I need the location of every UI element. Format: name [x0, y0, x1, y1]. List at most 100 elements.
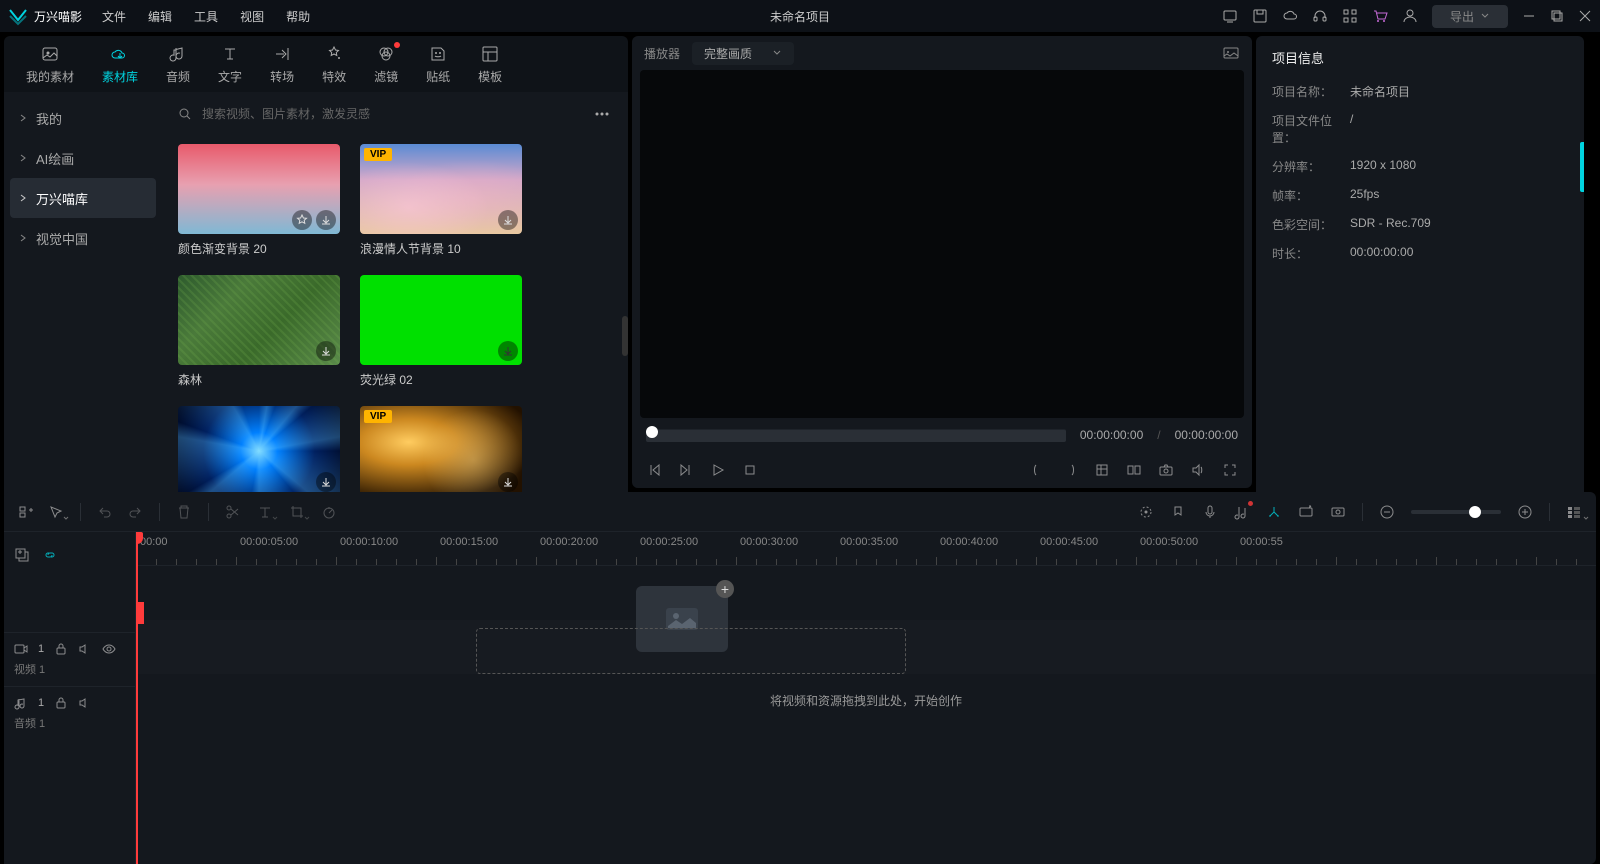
tab-text[interactable]: 文字 — [206, 40, 254, 89]
undo-button[interactable] — [97, 504, 113, 520]
crop-icon[interactable] — [1094, 462, 1110, 478]
link-toggle-icon[interactable] — [42, 547, 58, 563]
download-icon[interactable] — [498, 210, 518, 230]
search-bar — [162, 92, 628, 136]
headset-icon[interactable] — [1312, 8, 1328, 24]
fullscreen-icon[interactable] — [1222, 462, 1238, 478]
timeline-ruler[interactable]: 00:0000:00:05:0000:00:10:0000:00:15:0000… — [136, 532, 1596, 566]
close-button[interactable] — [1578, 9, 1592, 23]
maximize-button[interactable] — [1550, 9, 1564, 23]
view-mode-icon[interactable] — [1566, 504, 1582, 520]
auto-reframe-icon[interactable] — [1138, 504, 1154, 520]
sidebar-item-visual-china[interactable]: 视觉中国 — [4, 218, 162, 258]
save-icon[interactable] — [1252, 8, 1268, 24]
crop-tool-icon[interactable] — [289, 504, 305, 520]
cart-icon[interactable] — [1372, 8, 1388, 24]
ruler-label: 00:00:30:00 — [740, 536, 798, 548]
delete-button[interactable] — [176, 504, 192, 520]
player-viewport[interactable] — [640, 70, 1244, 418]
menu-edit[interactable]: 编辑 — [148, 8, 172, 25]
ruler-label: 00:00:40:00 — [940, 536, 998, 548]
stop-button[interactable] — [742, 462, 758, 478]
play-button[interactable] — [710, 462, 726, 478]
volume-icon[interactable] — [1190, 462, 1206, 478]
voiceover-icon[interactable] — [1202, 504, 1218, 520]
asset-card[interactable] — [178, 406, 340, 496]
panel-accent — [1580, 142, 1584, 192]
tab-filter[interactable]: 滤镜 — [362, 40, 410, 89]
visibility-icon[interactable] — [102, 642, 116, 656]
menu-tool[interactable]: 工具 — [194, 8, 218, 25]
export-button[interactable]: 导出 — [1432, 5, 1508, 28]
asset-label: 浪漫情人节背景 10 — [360, 240, 522, 257]
add-media-icon[interactable] — [14, 547, 30, 563]
more-button[interactable] — [592, 104, 612, 124]
next-frame-button[interactable] — [678, 462, 694, 478]
select-tool-icon[interactable] — [48, 504, 64, 520]
tab-sticker[interactable]: 贴纸 — [414, 40, 462, 89]
ruler-label: 00:00 — [140, 536, 168, 548]
download-icon[interactable] — [316, 210, 336, 230]
drop-zone[interactable] — [476, 628, 906, 674]
add-track-icon[interactable] — [18, 504, 34, 520]
text-tool-icon[interactable] — [257, 504, 273, 520]
minimize-button[interactable] — [1522, 9, 1536, 23]
audio-track-header[interactable]: 1 音频 1 — [4, 686, 135, 740]
menu-help[interactable]: 帮助 — [286, 8, 310, 25]
mute-icon[interactable] — [78, 696, 92, 710]
tab-template[interactable]: 模板 — [466, 40, 514, 89]
prev-frame-button[interactable] — [646, 462, 662, 478]
search-icon — [178, 107, 192, 121]
device-icon[interactable] — [1222, 8, 1238, 24]
menu-file[interactable]: 文件 — [102, 8, 126, 25]
redo-button[interactable] — [127, 504, 143, 520]
sidebar-item-ai[interactable]: AI绘画 — [4, 138, 162, 178]
tab-effects[interactable]: 特效 — [310, 40, 358, 89]
menu-view[interactable]: 视图 — [240, 8, 264, 25]
tab-library[interactable]: 素材库 — [90, 40, 150, 89]
split-button[interactable] — [225, 504, 241, 520]
audio-sync-icon[interactable] — [1234, 504, 1250, 520]
lock-icon[interactable] — [54, 642, 68, 656]
mark-in-icon[interactable] — [1030, 462, 1046, 478]
zoom-in-button[interactable] — [1517, 504, 1533, 520]
asset-card[interactable]: 颜色渐变背景 20 — [178, 144, 340, 257]
zoom-out-button[interactable] — [1379, 504, 1395, 520]
asset-card[interactable]: 荧光绿 02 — [360, 275, 522, 388]
tab-audio[interactable]: 音频 — [154, 40, 202, 89]
mark-out-icon[interactable] — [1062, 462, 1078, 478]
cloud-icon[interactable] — [1282, 8, 1298, 24]
sidebar-item-mine[interactable]: 我的 — [4, 98, 162, 138]
video-track-header[interactable]: 1 视频 1 — [4, 632, 135, 686]
user-icon[interactable] — [1402, 8, 1418, 24]
titlebar: 万兴喵影 文件 编辑 工具 视图 帮助 未命名项目 导出 — [0, 0, 1600, 32]
tab-transition[interactable]: 转场 — [258, 40, 306, 89]
asset-card[interactable]: 森林 — [178, 275, 340, 388]
adjust-icon[interactable] — [1330, 504, 1346, 520]
asset-card[interactable]: VIP — [360, 406, 522, 496]
mute-icon[interactable] — [78, 642, 92, 656]
asset-card[interactable]: VIP 浪漫情人节背景 10 — [360, 144, 522, 257]
screenshot-icon[interactable] — [1158, 462, 1174, 478]
snapshot-icon[interactable] — [1222, 44, 1240, 62]
favorite-icon[interactable] — [292, 210, 312, 230]
sidebar-item-wanxing[interactable]: 万兴喵库 — [10, 178, 156, 218]
marker-icon[interactable] — [1170, 504, 1186, 520]
quality-select[interactable]: 完整画质 — [692, 42, 794, 65]
timeline-tracks-area[interactable]: 00:0000:00:05:0000:00:10:0000:00:15:0000… — [136, 532, 1596, 864]
magnet-icon[interactable] — [1266, 504, 1282, 520]
search-input[interactable] — [202, 107, 582, 121]
compare-icon[interactable] — [1126, 462, 1142, 478]
link-icon[interactable] — [1298, 504, 1314, 520]
download-icon[interactable] — [498, 341, 518, 361]
tab-my-assets[interactable]: 我的素材 — [14, 40, 86, 89]
download-icon[interactable] — [316, 341, 336, 361]
info-resolution: 1920 x 1080 — [1350, 158, 1416, 175]
zoom-slider[interactable] — [1411, 510, 1501, 514]
scrollbar[interactable] — [622, 316, 628, 356]
lock-icon[interactable] — [54, 696, 68, 710]
apps-icon[interactable] — [1342, 8, 1358, 24]
speed-tool-icon[interactable] — [321, 504, 337, 520]
progress-slider[interactable] — [646, 429, 1066, 442]
playhead[interactable] — [136, 532, 138, 864]
